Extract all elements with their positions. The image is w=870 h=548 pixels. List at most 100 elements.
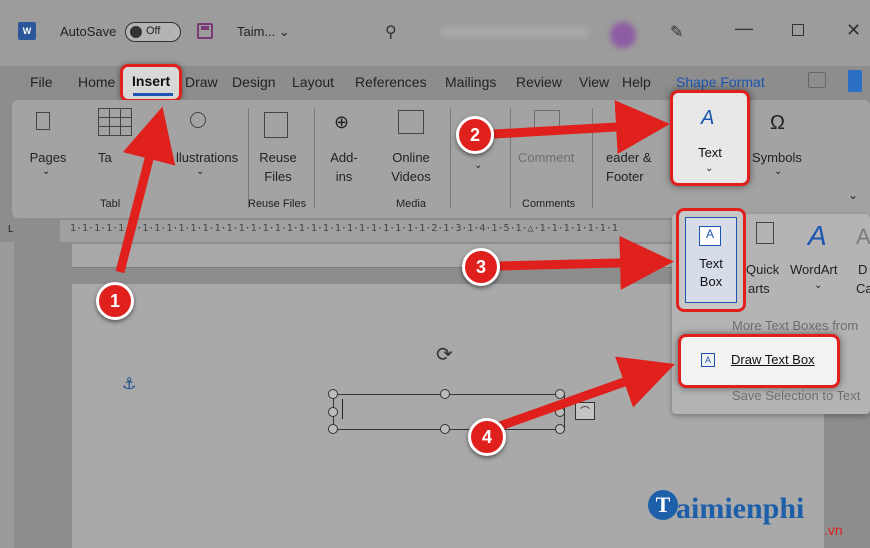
resize-handle[interactable] xyxy=(555,389,565,399)
wordart-button[interactable]: WordArt xyxy=(790,262,837,277)
addins-icon: ⊕ xyxy=(334,112,350,132)
online-videos-line2[interactable]: Videos xyxy=(384,169,438,184)
autosave-toggle[interactable]: Off xyxy=(125,22,181,42)
tab-stop-selector[interactable]: L xyxy=(8,224,14,235)
close-icon[interactable]: ✕ xyxy=(846,20,861,41)
callout-badge-4: 4 xyxy=(468,418,506,456)
symbols-button[interactable]: Symbols xyxy=(752,150,802,165)
autosave-label: AutoSave xyxy=(60,24,117,39)
avatar[interactable] xyxy=(610,22,636,48)
online-videos-line1[interactable]: Online xyxy=(384,150,438,165)
active-tab-indicator xyxy=(133,93,173,96)
drop-cap-line2[interactable]: Ca xyxy=(856,281,870,296)
save-icon[interactable] xyxy=(197,23,213,39)
share-icon[interactable] xyxy=(848,70,862,92)
tab-draw[interactable]: Draw xyxy=(185,74,218,90)
tab-home[interactable]: Home xyxy=(78,74,115,90)
resize-handle[interactable] xyxy=(440,424,450,434)
chevron-down-icon: ⌄ xyxy=(814,280,823,291)
layout-options-icon[interactable]: ⌒ xyxy=(575,402,595,420)
autosave-state: Off xyxy=(146,25,161,37)
draw-text-box-item[interactable]: A Draw Text Box xyxy=(678,334,840,388)
table-icon xyxy=(98,108,132,136)
comment-button[interactable]: Comment xyxy=(518,150,574,165)
reuse-files-icon xyxy=(264,112,288,138)
group-label-reuse-files: Reuse Files xyxy=(248,198,307,210)
resize-handle[interactable] xyxy=(555,424,565,434)
more-text-boxes-item[interactable]: More Text Boxes from xyxy=(732,318,858,333)
pages-button[interactable]: Pages xyxy=(28,150,68,165)
text-cursor xyxy=(342,399,343,419)
quick-parts-line2[interactable]: arts xyxy=(748,281,770,296)
addins-line1[interactable]: Add- xyxy=(326,150,362,165)
pen-icon[interactable]: ✎ xyxy=(670,22,683,42)
group-separator xyxy=(592,108,593,208)
chevron-down-icon: ⌄ xyxy=(196,166,205,177)
header-footer-line2[interactable]: Footer xyxy=(606,169,644,184)
text-box-line1: Text xyxy=(699,256,723,271)
watermark-logo-icon: T xyxy=(648,490,678,520)
tab-help[interactable]: Help xyxy=(622,74,651,90)
reuse-files-line2[interactable]: Files xyxy=(256,169,300,184)
quick-parts-icon xyxy=(756,222,774,244)
drop-cap-icon: A xyxy=(856,224,870,249)
search-icon[interactable]: ⚲ xyxy=(385,22,397,42)
text-box-line2: Box xyxy=(699,274,723,289)
chevron-down-icon: ⌄ xyxy=(705,163,714,174)
drop-cap-line1[interactable]: D xyxy=(858,262,867,277)
resize-handle[interactable] xyxy=(328,424,338,434)
tab-insert[interactable]: Insert xyxy=(132,73,170,89)
chevron-down-icon: ⌄ xyxy=(774,166,783,177)
text-a-icon: A xyxy=(701,107,715,129)
quick-parts-line1[interactable]: Quick xyxy=(746,262,779,277)
tab-layout[interactable]: Layout xyxy=(292,74,334,90)
illustrations-button[interactable]: llustrations xyxy=(176,150,238,165)
text-button[interactable]: A Text ⌄ xyxy=(670,90,750,186)
group-separator xyxy=(450,108,451,208)
comments-icon[interactable] xyxy=(808,72,826,88)
chevron-down-icon: ⌄ xyxy=(42,166,51,177)
watermark-text: aimienphi xyxy=(676,492,805,525)
save-selection-item[interactable]: Save Selection to Text xyxy=(732,388,860,403)
resize-handle[interactable] xyxy=(555,407,565,417)
chevron-down-icon: ⌄ xyxy=(278,24,290,39)
tables-button[interactable]: Ta xyxy=(98,150,112,165)
wordart-icon: A xyxy=(808,220,827,251)
group-separator xyxy=(510,108,511,208)
tab-shape-format[interactable]: Shape Format xyxy=(676,74,765,90)
resize-handle[interactable] xyxy=(328,407,338,417)
shapes-icon xyxy=(190,112,206,128)
group-label-tables: Tabl xyxy=(100,198,121,210)
rotate-handle-icon[interactable]: ⟳ xyxy=(436,342,453,367)
text-box-button[interactable]: A Text Box xyxy=(676,208,746,312)
reuse-files-line1[interactable]: Reuse xyxy=(256,150,300,165)
resize-handle[interactable] xyxy=(440,389,450,399)
minimize-icon[interactable]: — xyxy=(735,18,753,39)
pages-icon xyxy=(36,112,50,130)
document-title[interactable]: Taim... ⌄ xyxy=(237,24,290,40)
tab-view[interactable]: View xyxy=(579,74,609,90)
resize-handle[interactable] xyxy=(328,389,338,399)
ribbon-collapse-icon[interactable]: ⌄ xyxy=(848,188,858,202)
callout-badge-2: 2 xyxy=(456,116,494,154)
group-separator xyxy=(248,108,249,208)
group-separator xyxy=(314,108,315,208)
tab-references[interactable]: References xyxy=(355,74,427,90)
header-footer-line1[interactable]: eader & xyxy=(606,150,652,165)
maximize-icon[interactable] xyxy=(792,24,804,36)
tab-design[interactable]: Design xyxy=(232,74,276,90)
tab-mailings[interactable]: Mailings xyxy=(445,74,496,90)
tab-review[interactable]: Review xyxy=(516,74,562,90)
group-label-media: Media xyxy=(396,198,426,210)
addins-line2[interactable]: ins xyxy=(326,169,362,184)
tab-file[interactable]: File xyxy=(30,74,53,90)
omega-icon: Ω xyxy=(770,112,785,134)
vertical-ruler xyxy=(0,242,14,548)
text-box-button-inner: A Text Box xyxy=(685,217,737,303)
chevron-down-icon: ⌄ xyxy=(474,160,483,171)
text-button-label: Text xyxy=(698,145,722,160)
selected-text-box[interactable] xyxy=(328,389,565,434)
text-box-icon: A xyxy=(699,226,721,246)
draw-text-box-icon: A xyxy=(701,353,715,367)
callout-badge-1: 1 xyxy=(96,282,134,320)
